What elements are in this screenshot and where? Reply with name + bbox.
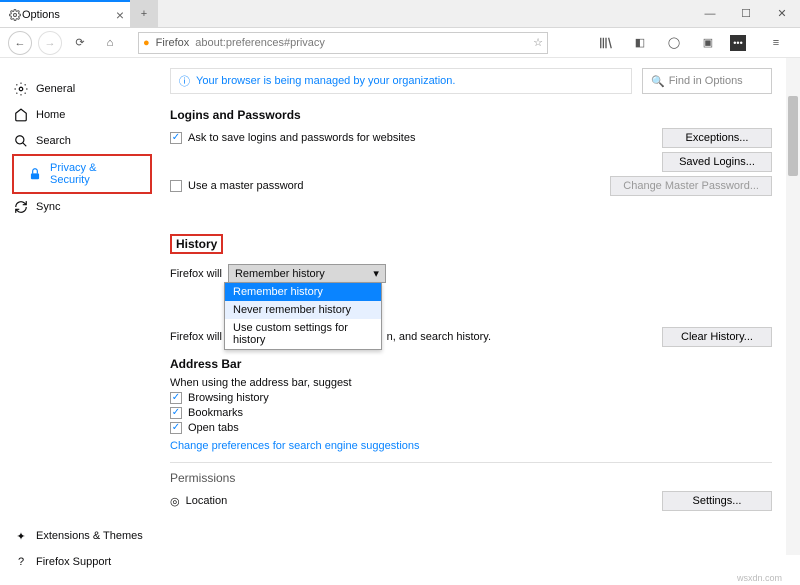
location-icon: ◎ <box>170 495 180 508</box>
main-pane: ⓘ Your browser is being managed by your … <box>160 58 800 585</box>
account-icon[interactable]: ◯ <box>662 35 686 51</box>
sidebar-item-general[interactable]: General <box>0 76 160 102</box>
browser-tab[interactable]: Options × <box>0 0 130 27</box>
sidebar-label: Privacy & Security <box>50 162 136 186</box>
sidebar-label: Search <box>36 135 71 147</box>
gear-icon <box>8 8 22 22</box>
help-icon: ? <box>14 555 28 569</box>
section-permissions-title: Permissions <box>170 471 772 485</box>
sidebar-label: Home <box>36 109 65 121</box>
history-mode-options: Remember history Never remember history … <box>224 282 382 350</box>
policy-text: Your browser is being managed by your or… <box>196 75 455 87</box>
location-settings-button[interactable]: Settings... <box>662 491 772 511</box>
new-tab-button[interactable]: + <box>130 0 158 27</box>
title-bar: Options × + — ☐ ✕ <box>0 0 800 28</box>
close-window-button[interactable]: ✕ <box>764 0 800 27</box>
watermark: wsxdn.com <box>737 573 782 583</box>
exceptions-button[interactable]: Exceptions... <box>662 128 772 148</box>
section-logins-title: Logins and Passwords <box>170 108 772 122</box>
history-mode-selected: Remember history <box>235 268 325 280</box>
sidebar-item-search[interactable]: Search <box>0 128 160 154</box>
identity-label: Firefox <box>156 37 190 49</box>
policy-banner[interactable]: ⓘ Your browser is being managed by your … <box>170 68 632 94</box>
checkbox-icon <box>170 422 182 434</box>
clear-history-button[interactable]: Clear History... <box>662 327 772 347</box>
section-address-title: Address Bar <box>170 357 772 371</box>
sidebar-icon[interactable]: ◧ <box>628 35 652 51</box>
home-button[interactable]: ⌂ <box>98 37 122 49</box>
suggest-bookmarks-checkbox[interactable]: Bookmarks <box>170 407 772 419</box>
sidebar-item-privacy[interactable]: Privacy & Security <box>12 154 152 194</box>
scrollbar-thumb[interactable] <box>788 96 798 176</box>
suggest-history-checkbox[interactable]: Browsing history <box>170 392 772 404</box>
sidebar-footer: ✦ Extensions & Themes ? Firefox Support <box>0 523 160 575</box>
minimize-button[interactable]: — <box>692 0 728 27</box>
history-option-custom[interactable]: Use custom settings for history <box>225 319 381 349</box>
address-hint: When using the address bar, suggest <box>170 377 772 389</box>
sidebar-label: Sync <box>36 201 60 213</box>
puzzle-icon: ✦ <box>14 529 28 543</box>
sync-icon <box>14 200 28 214</box>
maximize-button[interactable]: ☐ <box>728 0 764 27</box>
url-text: about:preferences#privacy <box>195 37 325 49</box>
search-icon <box>14 134 28 148</box>
find-placeholder: Find in Options <box>669 75 743 87</box>
toolbar: ← → ⟳ ⌂ ● Firefox about:preferences#priv… <box>0 28 800 58</box>
master-password-checkbox[interactable]: Use a master password <box>170 180 304 192</box>
history-option-never[interactable]: Never remember history <box>225 301 381 319</box>
saved-logins-button[interactable]: Saved Logins... <box>662 152 772 172</box>
find-in-options-input[interactable]: 🔍 Find in Options <box>642 68 772 94</box>
checkbox-icon <box>170 392 182 404</box>
suggest-opentabs-checkbox[interactable]: Open tabs <box>170 422 772 434</box>
hamburger-menu-icon[interactable]: ≡ <box>764 35 788 51</box>
window-controls: — ☐ ✕ <box>692 0 800 27</box>
change-master-password-button: Change Master Password... <box>610 176 772 196</box>
sidebar-item-sync[interactable]: Sync <box>0 194 160 220</box>
checkbox-icon <box>170 180 182 192</box>
chevron-down-icon: ▾ <box>373 267 379 280</box>
info-icon: ⓘ <box>179 73 190 89</box>
section-history-title: History <box>170 226 772 260</box>
category-sidebar: General Home Search Privacy & Security S… <box>0 58 160 585</box>
master-password-label: Use a master password <box>188 180 304 192</box>
library-icon[interactable] <box>594 35 618 51</box>
tab-title: Options <box>22 9 60 21</box>
content-area: General Home Search Privacy & Security S… <box>0 58 800 585</box>
url-bar[interactable]: ● Firefox about:preferences#privacy ☆ <box>138 32 548 54</box>
ask-save-logins-label: Ask to save logins and passwords for web… <box>188 132 415 144</box>
close-icon[interactable]: × <box>116 7 124 23</box>
back-button[interactable]: ← <box>8 31 32 55</box>
search-icon: 🔍 <box>651 75 665 88</box>
sidebar-item-extensions[interactable]: ✦ Extensions & Themes <box>0 523 160 549</box>
search-suggestions-link[interactable]: Change preferences for search engine sug… <box>170 440 772 452</box>
checkbox-icon <box>170 407 182 419</box>
ask-save-logins-checkbox[interactable]: Ask to save logins and passwords for web… <box>170 132 415 144</box>
extension-icon[interactable]: ••• <box>730 35 746 51</box>
sidebar-label: Extensions & Themes <box>36 530 143 542</box>
scrollbar[interactable] <box>786 58 800 555</box>
sidebar-item-home[interactable]: Home <box>0 102 160 128</box>
bookmark-star-icon[interactable]: ☆ <box>533 36 543 49</box>
checkbox-icon <box>170 132 182 144</box>
history-option-remember[interactable]: Remember history <box>225 283 381 301</box>
home-icon <box>14 108 28 122</box>
lock-icon <box>28 167 42 181</box>
permission-location-label: Location <box>186 495 228 507</box>
reload-button[interactable]: ⟳ <box>68 36 92 49</box>
firefox-icon: ● <box>143 37 150 49</box>
save-to-pocket-icon[interactable]: ▣ <box>696 35 720 51</box>
gear-icon <box>14 82 28 96</box>
sidebar-label: Firefox Support <box>36 556 111 568</box>
sidebar-label: General <box>36 83 75 95</box>
forward-button[interactable]: → <box>38 31 62 55</box>
divider <box>170 462 772 463</box>
sidebar-item-support[interactable]: ? Firefox Support <box>0 549 160 575</box>
history-prefix: Firefox will <box>170 268 222 280</box>
history-mode-dropdown[interactable]: Remember history ▾ <box>228 264 386 283</box>
